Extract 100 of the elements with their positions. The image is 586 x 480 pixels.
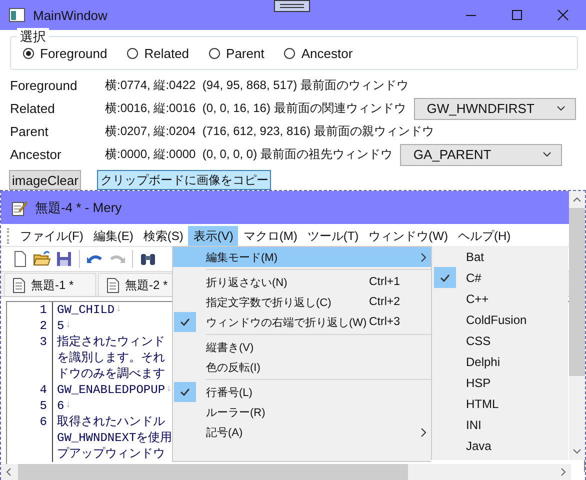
window-icon: [9, 8, 25, 22]
line-number: 5: [7, 398, 53, 414]
menu-label: 折り返さない(N): [206, 276, 288, 290]
menu-label: INI: [466, 418, 482, 432]
document-icon: [107, 278, 119, 292]
radio-button[interactable]: Parent: [209, 46, 264, 60]
code-text: GW_ENABLEDPOPUP: [57, 382, 166, 398]
menu-item[interactable]: 記号(A): [173, 422, 431, 442]
line-number: 3: [7, 334, 53, 350]
dropdown[interactable]: GW_HWNDFIRST: [414, 98, 576, 120]
line-number: 2: [7, 318, 53, 334]
menu-grip-icon: [7, 228, 11, 244]
chevron-down-icon: [556, 106, 565, 111]
menu-item[interactable]: 表示(V): [188, 226, 238, 246]
line-number: 4: [7, 382, 53, 398]
menu-label: 指定文字数で折り返し(C): [206, 296, 332, 310]
menu-item[interactable]: CSS: [432, 330, 568, 351]
code-text: プアップウィンドウ: [57, 446, 165, 462]
code-text: 6: [57, 398, 64, 414]
menu-item[interactable]: C++: [432, 288, 568, 309]
menu-label: C++: [466, 292, 489, 306]
chevron-right-icon: [420, 428, 426, 436]
menu-label: Delphi: [466, 354, 500, 368]
chevron-right-icon: [420, 252, 426, 262]
menu-item[interactable]: ウィンドウの右端で折り返し(W) Ctrl+3: [173, 312, 431, 332]
code-text: 指定されたウィンド: [57, 334, 165, 350]
menu-label: ルーラー(R): [206, 406, 266, 420]
code-text: 取得されたハンドル: [57, 414, 165, 430]
menu-label: Bat: [466, 250, 484, 264]
row-value: 横:0000, 縦:0000 (0, 0, 0, 0) 最前面の祖先ウィンドウ: [105, 146, 392, 163]
menu-item[interactable]: C#: [432, 267, 568, 288]
line-end-mark: ↓: [166, 383, 172, 397]
shortcut-text: Ctrl+1: [369, 276, 401, 288]
menu-item[interactable]: 編集モード(M): [173, 247, 431, 267]
menu-item[interactable]: INI: [432, 414, 568, 435]
menu-label: 色の反転(I): [206, 360, 262, 374]
menu-item[interactable]: Java: [432, 435, 568, 456]
row-value: 横:0207, 縦:0204 (716, 612, 923, 816) 最前面の親ウィンドウ: [105, 123, 434, 140]
line-number: 1: [7, 302, 53, 318]
open-folder-icon[interactable]: [33, 250, 51, 268]
code-text: ドウのみを調べます: [57, 366, 165, 382]
row-label: Ancestor: [10, 147, 62, 162]
vertical-scrollbar[interactable]: [569, 191, 585, 460]
menu-label: ColdFusion: [466, 312, 527, 326]
button[interactable]: imageClear: [9, 170, 82, 190]
line-end-mark: ↓: [116, 303, 122, 317]
radio-button[interactable]: Ancestor: [284, 46, 353, 60]
menu-item[interactable]: 色の反転(I): [173, 357, 431, 377]
button[interactable]: クリップボードに画像をコピー: [97, 170, 272, 190]
window-title: 無題-4 * - Mery: [35, 198, 122, 216]
menu-item[interactable]: ウィンドウ(W): [364, 226, 453, 246]
menu-item[interactable]: ツール(T): [302, 226, 364, 246]
menu-item[interactable]: ルーラー(R): [173, 402, 431, 422]
chevron-down-icon: [543, 152, 552, 157]
row-value: 横:0016, 縦:0016 (0, 0, 16, 16) 最前面の関連ウィンドウ: [105, 100, 406, 117]
grip-icon[interactable]: [274, 0, 310, 12]
scroll-up-icon[interactable]: [573, 197, 581, 202]
menu-item[interactable]: マクロ(M): [238, 226, 302, 246]
menu-item[interactable]: ヘルプ(H): [452, 226, 516, 246]
radio-button[interactable]: Related: [127, 46, 190, 60]
menu-label: HSP: [466, 376, 491, 390]
menu-item[interactable]: Delphi: [432, 351, 568, 372]
code-text: GW_HWNDNEXTを使用: [57, 430, 172, 446]
dropdown[interactable]: GA_PARENT: [400, 144, 562, 166]
tab-label: 無題-2 *: [125, 276, 168, 294]
code-text: 5: [57, 318, 64, 334]
row-value: 横:0774, 縦:0422 (94, 95, 868, 517) 最前面のウィンドウ: [105, 77, 408, 94]
tab-label: 無題-1 *: [31, 276, 74, 294]
document-icon: [13, 278, 25, 292]
scroll-down-icon[interactable]: [573, 449, 581, 454]
menu-label: CSS: [466, 334, 491, 348]
menu-item[interactable]: ColdFusion: [432, 309, 568, 330]
scroll-right-icon[interactable]: [561, 468, 566, 476]
menu-item[interactable]: ファイル(F): [15, 226, 88, 246]
menu-label: HTML: [466, 396, 499, 410]
code-text: GW_CHILD: [57, 302, 115, 318]
row-label: Parent: [10, 124, 50, 139]
notepad-pencil-icon: [11, 200, 27, 216]
menu-label: ウィンドウの右端で折り返し(W): [206, 316, 368, 330]
radio-button[interactable]: Foreground: [23, 46, 108, 60]
tab[interactable]: 無題-1 *: [4, 273, 96, 296]
menu-item[interactable]: Bat: [432, 246, 568, 267]
shortcut-text: Ctrl+2: [369, 296, 401, 308]
line-end-mark: ↓: [65, 399, 72, 413]
maximize-icon: [511, 9, 523, 21]
menu-label: Java: [466, 438, 492, 452]
group-legend: 選択: [17, 28, 49, 46]
horizontal-scrollbar[interactable]: [1, 464, 571, 480]
menu-item[interactable]: 検索(S): [138, 226, 188, 246]
menu-item[interactable]: HTML: [432, 393, 568, 414]
save-icon[interactable]: [55, 250, 73, 268]
menu-item[interactable]: 縦書き(V): [173, 337, 431, 357]
scroll-left-icon[interactable]: [6, 468, 11, 476]
line-end-mark: ↓: [65, 319, 72, 333]
window-title: MainWindow: [33, 8, 108, 22]
menu-item[interactable]: HSP: [432, 372, 568, 393]
menu-label: 縦書き(V): [206, 340, 255, 354]
menu-item[interactable]: 行番号(L): [173, 382, 431, 402]
menu-item[interactable]: 編集(E): [88, 226, 138, 246]
line-number: 6: [7, 414, 53, 430]
